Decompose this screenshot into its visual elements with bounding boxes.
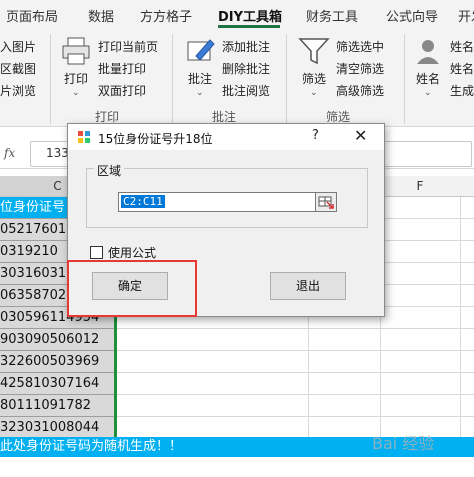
funnel-icon bbox=[298, 38, 330, 65]
use-formula-label[interactable]: 使用公式 bbox=[108, 244, 156, 261]
area-screenshot-button[interactable]: 区截图 bbox=[0, 60, 36, 77]
duplex-print-button[interactable]: 双面打印 bbox=[98, 82, 146, 99]
table-row[interactable]: 903090506012 bbox=[0, 329, 116, 351]
ribbon-tab-bar: 页面布局 数据 方方格子 DIY工具箱 财务工具 公式向导 开发 bbox=[0, 0, 474, 28]
table-row[interactable]: 322600503969 bbox=[0, 351, 116, 373]
range-value: C2:C11 bbox=[121, 195, 165, 208]
name-label: 姓名 bbox=[416, 72, 441, 86]
comment-button[interactable]: 批注 ⌄ bbox=[182, 36, 218, 102]
gridline bbox=[460, 197, 461, 437]
filter-label: 筛选 bbox=[302, 72, 327, 86]
tab-formula-wizard[interactable]: 公式向导 bbox=[386, 6, 438, 25]
exit-button[interactable]: 退出 bbox=[270, 272, 346, 300]
chevron-down-icon: ⌄ bbox=[424, 88, 432, 98]
range-picker-button[interactable] bbox=[315, 192, 337, 212]
gridline bbox=[116, 350, 474, 351]
generate-button[interactable]: 生成 bbox=[450, 82, 474, 99]
advanced-filter-button[interactable]: 高级筛选 bbox=[336, 82, 384, 99]
column-header-f[interactable]: F bbox=[380, 176, 460, 196]
formula-value: 133 bbox=[46, 146, 69, 160]
person-icon bbox=[417, 40, 439, 64]
comment-label: 批注 bbox=[188, 72, 213, 86]
tab-data[interactable]: 数据 bbox=[88, 6, 114, 25]
ribbon-separator bbox=[404, 34, 405, 124]
dialog-title: 15位身份证号升18位 bbox=[98, 132, 213, 146]
name-item-2[interactable]: 姓名 bbox=[450, 60, 474, 77]
gridline bbox=[116, 394, 474, 395]
gridline bbox=[116, 372, 474, 373]
highlight-box bbox=[67, 260, 197, 317]
chevron-down-icon: ⌄ bbox=[196, 88, 204, 98]
range-picker-icon bbox=[318, 196, 334, 209]
gridline bbox=[116, 328, 474, 329]
image-browse-button[interactable]: 片浏览 bbox=[0, 82, 36, 99]
clear-filter-button[interactable]: 清空筛选 bbox=[336, 60, 384, 77]
gridline bbox=[116, 416, 474, 417]
delete-comment-button[interactable]: 删除批注 bbox=[222, 60, 270, 77]
dialog-title-bar[interactable]: 15位身份证号升18位 ? ✕ bbox=[68, 124, 384, 150]
watermark: Bai 经验 bbox=[372, 434, 435, 453]
table-row[interactable]: 425810307164 bbox=[0, 373, 116, 395]
tab-finance[interactable]: 财务工具 bbox=[306, 6, 358, 25]
printer-icon bbox=[62, 37, 90, 65]
chevron-down-icon: ⌄ bbox=[310, 88, 318, 98]
insert-image-button[interactable]: 入图片 bbox=[0, 38, 36, 55]
batch-print-button[interactable]: 批量打印 bbox=[98, 60, 146, 77]
name-item-1[interactable]: 姓名 bbox=[450, 38, 474, 55]
use-formula-checkbox[interactable] bbox=[90, 246, 103, 259]
empty-row bbox=[0, 457, 474, 477]
fx-label[interactable]: fx bbox=[4, 146, 15, 160]
comment-view-button[interactable]: 批注阅览 bbox=[222, 82, 270, 99]
print-label: 打印 bbox=[64, 72, 89, 86]
add-comment-button[interactable]: 添加批注 bbox=[222, 38, 270, 55]
comment-pen-icon bbox=[187, 39, 215, 61]
chevron-down-icon: ⌄ bbox=[72, 88, 80, 98]
filter-selected-button[interactable]: 筛选选中 bbox=[336, 38, 384, 55]
range-group-label: 区域 bbox=[94, 162, 125, 179]
tab-page-layout[interactable]: 页面布局 bbox=[6, 6, 58, 25]
ribbon-separator bbox=[172, 34, 173, 124]
table-row[interactable]: 323031008044 bbox=[0, 417, 116, 439]
tab-developer[interactable]: 开发 bbox=[458, 6, 474, 25]
range-input[interactable]: C2:C11 bbox=[118, 192, 316, 212]
tab-fangfang[interactable]: 方方格子 bbox=[140, 6, 192, 25]
app-icon bbox=[78, 131, 90, 143]
ribbon: 入图片 区截图 片浏览 打印 ⌄ 打印当前页 批量打印 双面打印 打印 批注 ⌄… bbox=[0, 28, 474, 127]
ribbon-separator bbox=[286, 34, 287, 124]
filter-button[interactable]: 筛选 ⌄ bbox=[296, 36, 332, 102]
close-button[interactable]: ✕ bbox=[354, 126, 367, 145]
print-button[interactable]: 打印 ⌄ bbox=[58, 36, 94, 102]
ribbon-separator bbox=[50, 34, 51, 124]
print-current-page-button[interactable]: 打印当前页 bbox=[98, 38, 158, 55]
help-button[interactable]: ? bbox=[312, 128, 319, 143]
name-button[interactable]: 姓名 ⌄ bbox=[412, 36, 446, 102]
table-row[interactable]: 80111091782 bbox=[0, 395, 116, 417]
tab-diy-toolbox[interactable]: DIY工具箱 bbox=[218, 6, 282, 25]
